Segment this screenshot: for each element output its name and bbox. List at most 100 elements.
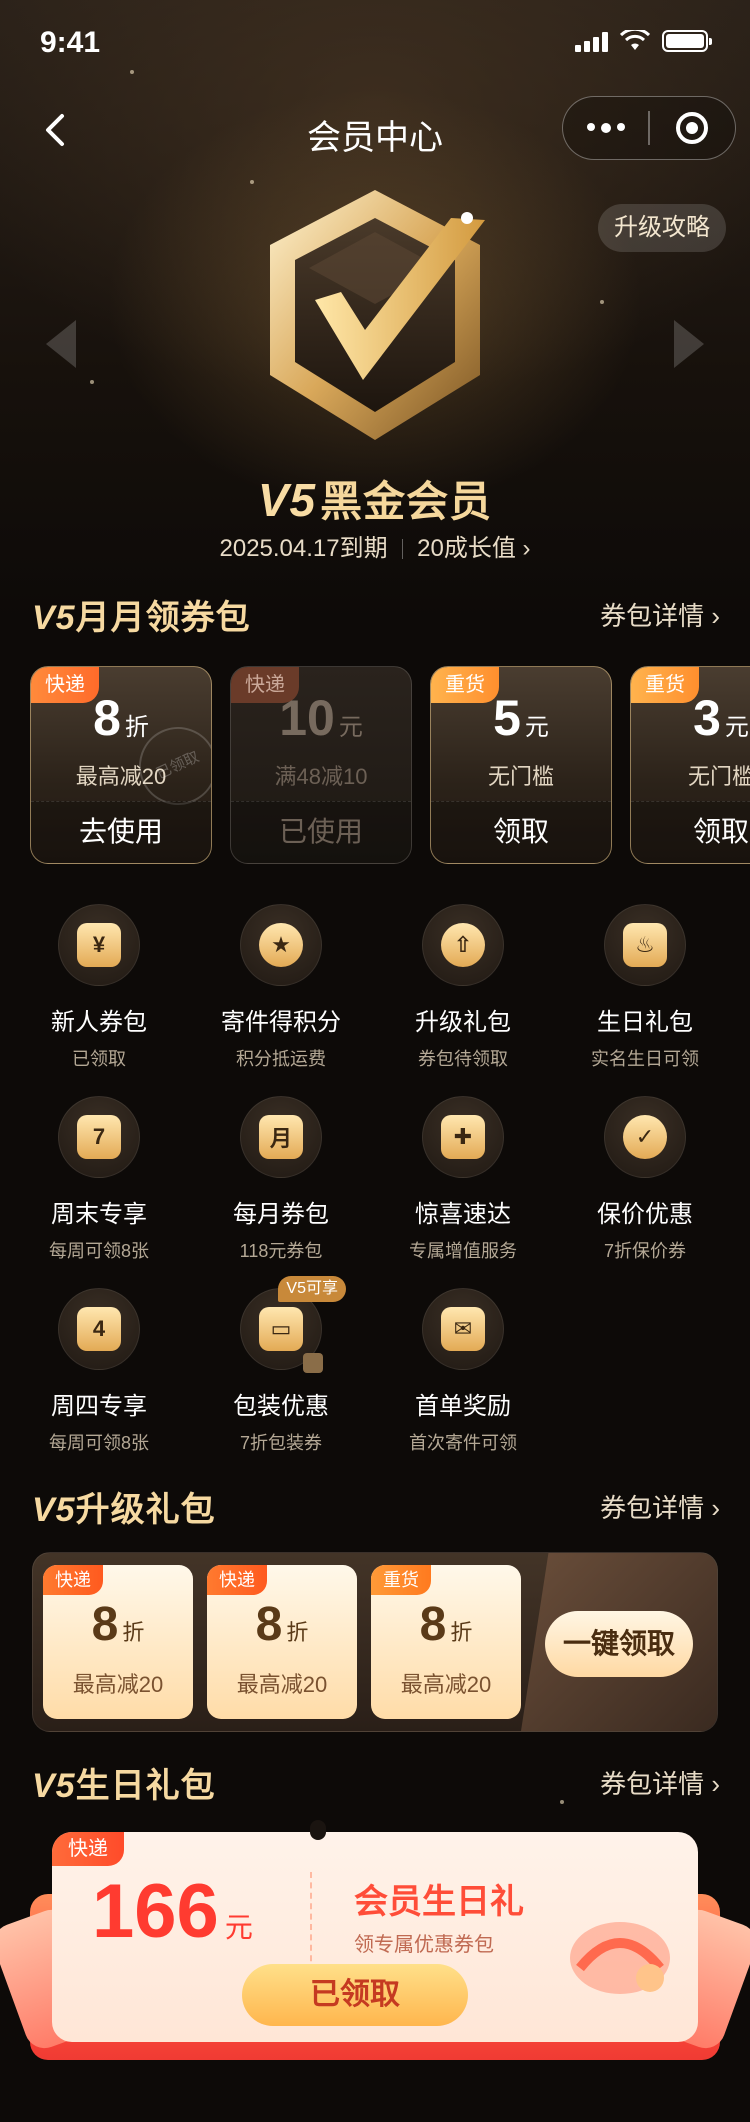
benefit-item[interactable]: ✚ 惊喜速达 专属增值服务 <box>372 1096 554 1263</box>
benefit-name: 惊喜速达 <box>415 1201 511 1228</box>
benefit-glyph: ✉ <box>441 1307 485 1351</box>
calendar-7-icon: 7 <box>58 1096 140 1178</box>
close-target-icon[interactable] <box>650 112 735 144</box>
nav-bar: 会员中心 <box>0 96 750 166</box>
monthly-coupon-card[interactable]: 重货 5元 无门槛 领取 <box>430 666 612 864</box>
card-clip-icon <box>310 1820 326 1840</box>
monthly-coupon-list: 快递 8折 最高减20 已领取 去使用 快递 10 元 满48减10 已使用 重货… <box>30 666 750 866</box>
benefit-name: 首单奖励 <box>415 1393 511 1420</box>
amount-number: 166 <box>92 1869 219 1954</box>
benefit-desc: 每周可领8张 <box>48 1433 149 1453</box>
v5-level-badge-icon <box>270 190 485 440</box>
cellular-signal-icon <box>575 30 608 52</box>
coupon-condition: 最高减20 <box>236 1672 328 1697</box>
birthday-coupon: 快递 166 元 会员生日礼 领专属优惠券包 已领取 <box>52 1832 698 2042</box>
expire-date: 2025.04.17到期 <box>219 535 388 562</box>
coupon-type-tag: 重货 <box>371 1565 431 1595</box>
sparkle <box>600 300 604 304</box>
benefit-desc: 7折包装券 <box>239 1433 322 1453</box>
gift-ribbon-icon <box>570 1922 670 1994</box>
star-points-icon: ★ <box>240 904 322 986</box>
claim-coupon-button[interactable]: 领取 <box>631 801 750 863</box>
coupon-unit: 元 <box>724 714 749 741</box>
coupon-type-tag: 快递 <box>207 1565 267 1595</box>
monthly-pack-details-link[interactable]: 券包详情 › <box>600 596 720 633</box>
coupon-number: 3 <box>693 690 721 746</box>
birthday-pack-title: V5生日礼包 <box>32 1758 216 1807</box>
section-title-text: 生日礼包 <box>75 1767 216 1805</box>
coupon-unit: 折 <box>450 1620 473 1645</box>
birthday-claimed-button: 已领取 <box>242 1964 468 2026</box>
benefit-item[interactable]: ✉ 首单奖励 首次寄件可领 <box>372 1288 554 1455</box>
status-bar: 9:41 <box>0 0 750 88</box>
coupon-unit: 折 <box>124 714 149 741</box>
coupon-value: 8折 <box>43 1597 193 1652</box>
birthday-pack-details-link[interactable]: 券包详情 › <box>600 1764 720 1801</box>
benefit-desc: 专属增值服务 <box>409 1241 517 1261</box>
coupon-unit: 折 <box>122 1620 145 1645</box>
more-dots-icon[interactable] <box>563 123 648 133</box>
benefit-glyph: ♨ <box>623 923 667 967</box>
upgrade-coupon: 快递 8折 最高减20 <box>43 1565 193 1719</box>
benefit-glyph: ★ <box>259 923 303 967</box>
upgrade-strategy-button[interactable]: 升级攻略 <box>598 204 726 252</box>
claim-all-button[interactable]: 一键领取 <box>545 1611 693 1677</box>
coupon-unit: 元 <box>338 714 363 741</box>
mini-program-capsule <box>562 96 736 160</box>
benefit-glyph: ▭ <box>259 1307 303 1351</box>
coupon-condition: 无门槛 <box>487 764 554 789</box>
benefit-item[interactable]: ★ 寄件得积分 积分抵运费 <box>190 904 372 1071</box>
benefit-item[interactable]: ✓ 保价优惠 7折保价券 <box>554 1096 736 1263</box>
next-level-arrow-icon[interactable] <box>674 320 704 368</box>
benefit-item[interactable]: ♨ 生日礼包 实名生日可领 <box>554 904 736 1071</box>
birthday-gift-card: 快递 166 元 会员生日礼 领专属优惠券包 已领取 <box>30 1820 720 2060</box>
benefit-item[interactable]: ¥ 新人券包 已领取 <box>8 904 190 1071</box>
claim-coupon-button[interactable]: 领取 <box>431 801 611 863</box>
upgrade-coupon: 重货 8折 最高减20 <box>371 1565 521 1719</box>
calendar-4-icon: 4 <box>58 1288 140 1370</box>
benefit-name: 周末专享 <box>51 1201 147 1228</box>
benefit-glyph: ✚ <box>441 1115 485 1159</box>
birthday-cake-icon: ♨ <box>604 904 686 986</box>
section-title-text: 升级礼包 <box>75 1491 216 1529</box>
v5-exclusive-tag: V5可享 <box>278 1276 346 1302</box>
amount-unit: 元 <box>224 1912 253 1943</box>
growth-chevron-icon[interactable]: › <box>523 535 531 562</box>
upgrade-bag-icon: ⇧ <box>422 904 504 986</box>
coupon-number: 8 <box>255 1598 283 1651</box>
benefit-desc: 积分抵运费 <box>236 1049 326 1069</box>
monthly-pack-header: V5月月领券包 券包详情 › <box>32 590 720 640</box>
status-icons <box>575 30 712 52</box>
benefit-name: 升级礼包 <box>415 1009 511 1036</box>
coupon-number: 10 <box>279 690 335 746</box>
upgrade-pack-details-link[interactable]: 券包详情 › <box>600 1488 720 1525</box>
benefit-item[interactable]: ⇧ 升级礼包 券包待领取 <box>372 904 554 1071</box>
benefit-desc: 实名生日可领 <box>591 1049 699 1069</box>
gift-box-icon: ✚ <box>422 1096 504 1178</box>
upgrade-pack-header: V5升级礼包 券包详情 › <box>32 1482 720 1532</box>
benefit-name: 寄件得积分 <box>221 1009 341 1036</box>
coupon-condition: 最高减20 <box>72 1672 164 1697</box>
benefit-glyph: ⇧ <box>441 923 485 967</box>
benefit-item[interactable]: 月 每月券包 118元券包 <box>190 1096 372 1263</box>
monthly-coupon-card[interactable]: 快递 8折 最高减20 已领取 去使用 <box>30 666 212 864</box>
level-name: 黑金会员 <box>320 478 493 525</box>
benefit-name: 包装优惠 <box>233 1393 329 1420</box>
birthday-amount: 166 元 <box>92 1868 253 1955</box>
coupon-unit: 元 <box>524 714 549 741</box>
benefit-glyph: ✓ <box>623 1115 667 1159</box>
use-coupon-button[interactable]: 去使用 <box>31 801 211 863</box>
level-subtitle: 2025.04.17到期 20成长值 › <box>0 528 750 563</box>
monthly-coupon-card[interactable]: 重货 3元 无门槛 领取 <box>630 666 750 864</box>
benefit-glyph: ¥ <box>77 923 121 967</box>
benefit-item[interactable]: 7 周末专享 每周可领8张 <box>8 1096 190 1263</box>
benefit-item[interactable]: 4 周四专享 每周可领8张 <box>8 1288 190 1455</box>
lock-icon <box>303 1353 323 1373</box>
prev-level-arrow-icon[interactable] <box>46 320 76 368</box>
coupon-unit: 折 <box>286 1620 309 1645</box>
coupon-value: 8折 <box>371 1597 521 1652</box>
benefit-glyph: 4 <box>77 1307 121 1351</box>
coupon-type-tag: 快递 <box>52 1832 124 1866</box>
growth-value[interactable]: 20成长值 <box>417 535 516 562</box>
benefit-item[interactable]: ▭ V5可享 包装优惠 7折包装券 <box>190 1276 372 1455</box>
